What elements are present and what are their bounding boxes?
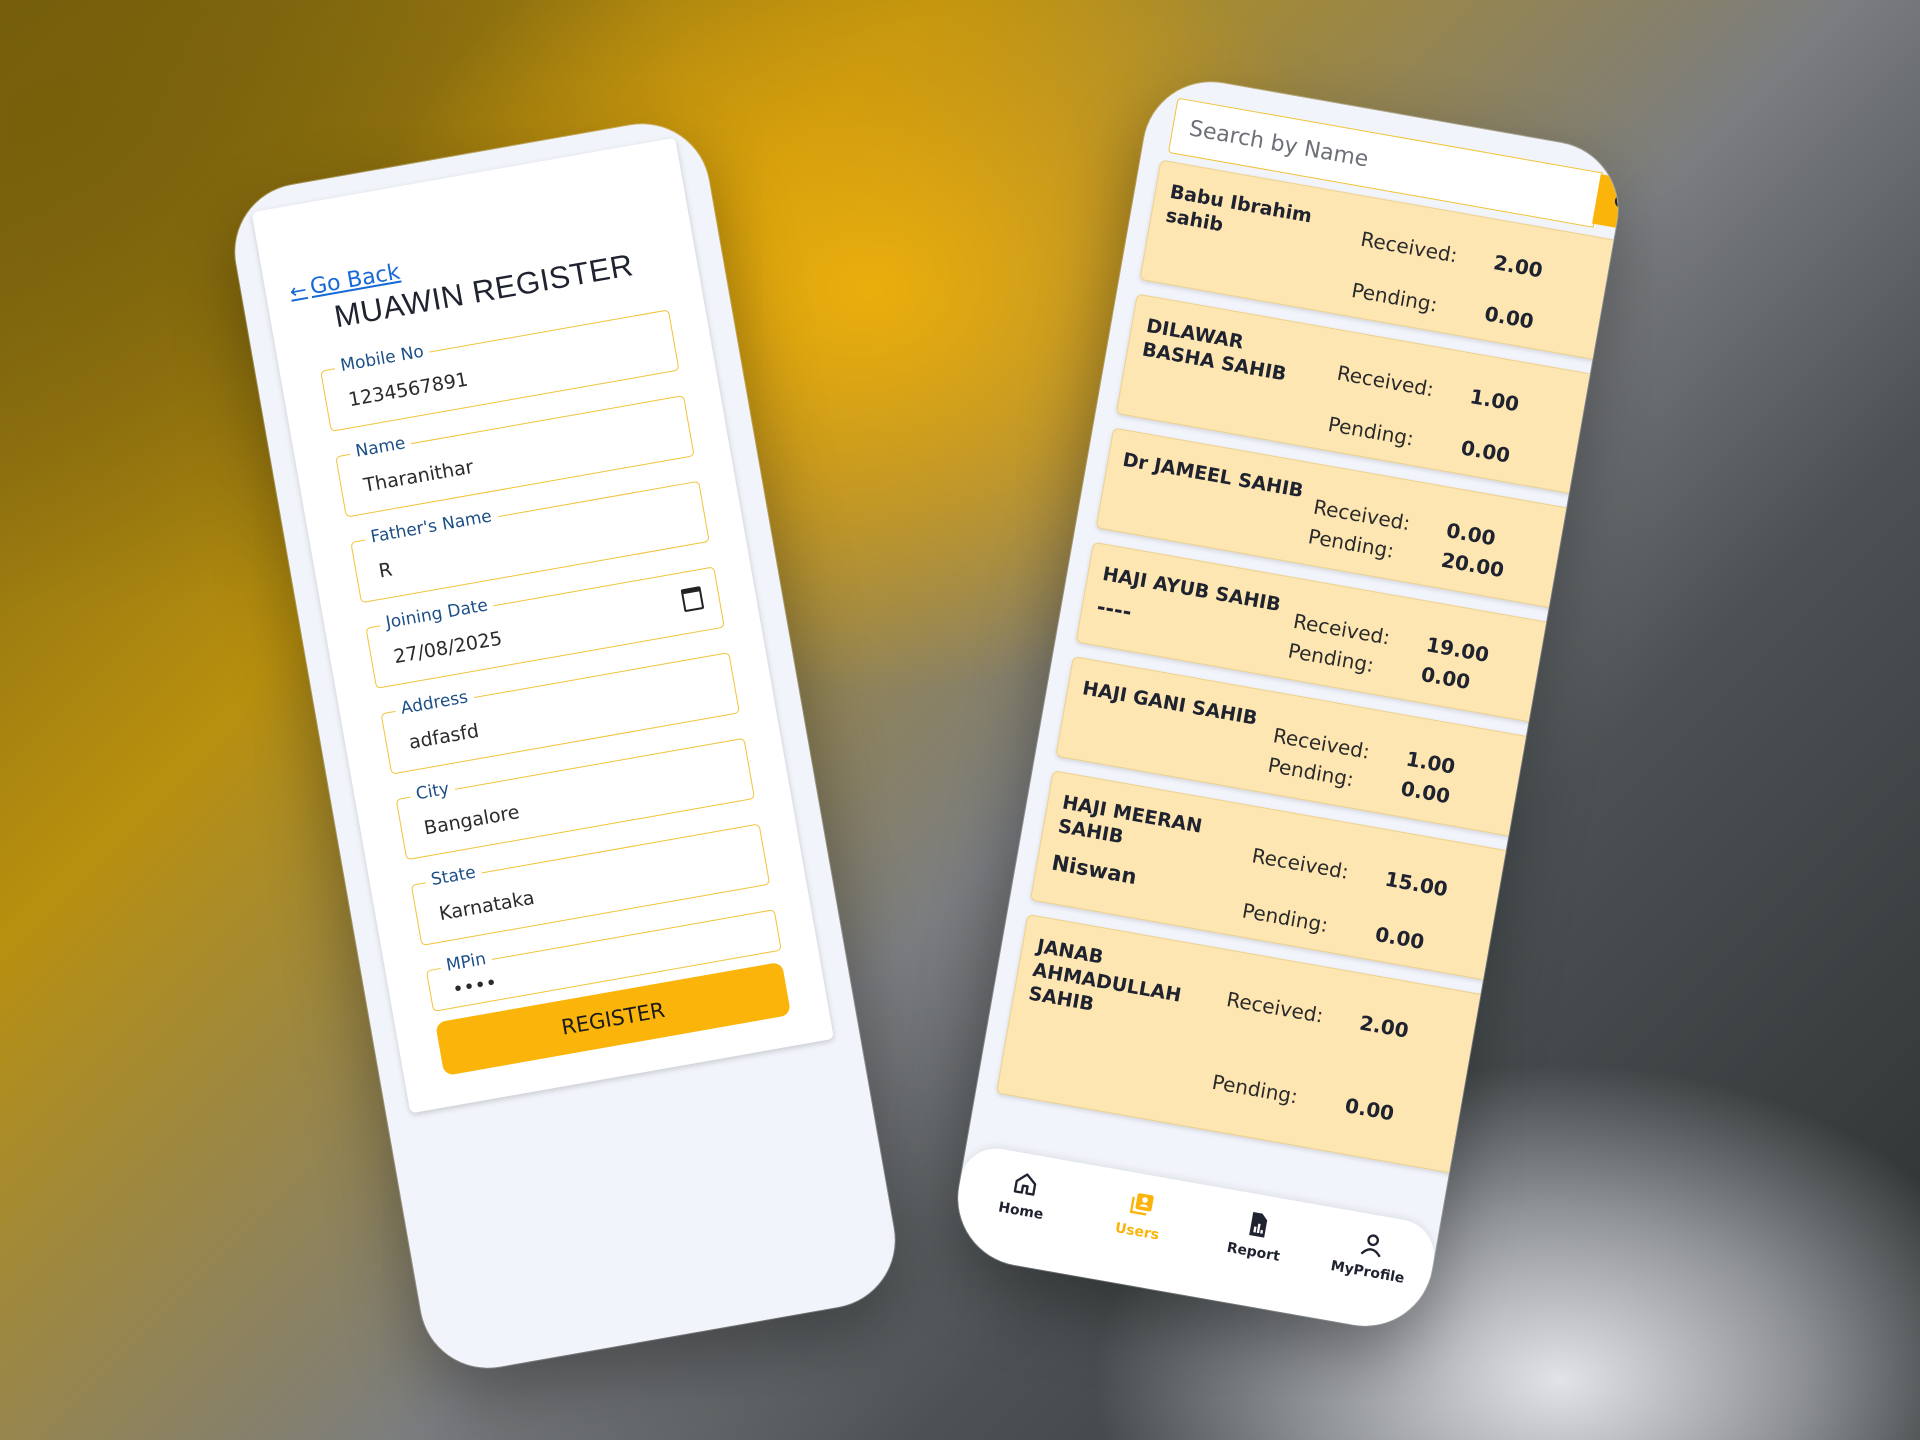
pending-value: 0.00 [1459, 435, 1512, 468]
nav-item-report[interactable]: Report [1198, 1201, 1315, 1269]
users-icon [1129, 1193, 1154, 1216]
user-name: Babu Ibrahim sahib [1164, 180, 1314, 237]
nav-label: Users [1113, 1220, 1161, 1244]
received-label: Received: [1358, 226, 1460, 268]
received-label: Received: [1250, 843, 1351, 884]
report-icon [1249, 1212, 1268, 1238]
field-value: Tharanithar [361, 455, 476, 497]
user-subtitle: Niswan [1049, 850, 1139, 890]
received-label: Received: [1224, 987, 1326, 1028]
register-card: ← Go Back MUAWIN REGISTER Mobile No 1234… [251, 137, 834, 1114]
nav-item-users[interactable]: Users [1082, 1181, 1199, 1249]
field-label: State [423, 861, 484, 892]
pending-label: Pending: [1326, 411, 1416, 451]
nav-item-myprofile[interactable]: MyProfile [1312, 1222, 1429, 1290]
field-label: City [408, 777, 457, 806]
user-subtitle: ---- [1094, 594, 1134, 625]
pending-value: 0.00 [1373, 921, 1427, 955]
field-label: Name [348, 432, 413, 463]
received-value: 1.00 [1468, 384, 1521, 417]
received-value: 2.00 [1491, 250, 1545, 283]
register-phone: ← Go Back MUAWIN REGISTER Mobile No 1234… [224, 113, 906, 1379]
field-label: Joining Date [378, 594, 496, 635]
received-value: 2.00 [1357, 1010, 1411, 1043]
pending-value: 0.00 [1482, 301, 1536, 334]
user-name: HAJI GANI SAHIB [1080, 677, 1259, 730]
field-label: Address [393, 686, 476, 720]
pending-value: 0.00 [1343, 1093, 1396, 1126]
field-value: Bangalore [422, 801, 522, 840]
field-value: •••• [450, 971, 499, 1002]
received-value: 15.00 [1383, 866, 1450, 902]
profile-icon [1360, 1234, 1381, 1258]
user-name: Dr JAMEEL SAHIB [1121, 448, 1306, 503]
arrow-left-icon: ← [287, 276, 309, 304]
field-label: Mobile No [332, 340, 432, 378]
nav-label: Home [997, 1199, 1045, 1224]
received-label: Received: [1335, 360, 1436, 402]
pending-label: Pending: [1349, 277, 1440, 317]
field-value: adfasfd [407, 719, 481, 754]
calendar-icon[interactable] [680, 586, 705, 613]
pending-label: Pending: [1240, 898, 1330, 938]
field-value: 27/08/2025 [392, 627, 504, 669]
search-icon [1614, 194, 1629, 214]
field-label: Father's Name [363, 505, 500, 549]
user-name: DILAWAR BASHA SAHIB [1140, 314, 1289, 386]
home-icon [1013, 1173, 1037, 1196]
nav-label: Report [1225, 1239, 1281, 1265]
field-value: R [376, 558, 394, 583]
field-value: 1234567891 [346, 368, 470, 412]
nav-label: MyProfile [1329, 1258, 1406, 1287]
pending-label: Pending: [1210, 1069, 1300, 1109]
users-phone: Babu Ibrahim sahib Received: 2.00 Pendin… [947, 71, 1629, 1337]
nav-item-home[interactable]: Home [965, 1160, 1082, 1228]
user-name: JANAB AHMADULLAH SAHIB [1026, 935, 1183, 1016]
bottom-nav: Home Users Report MyProfile [947, 1142, 1440, 1337]
field-value: Karnataka [437, 886, 537, 926]
